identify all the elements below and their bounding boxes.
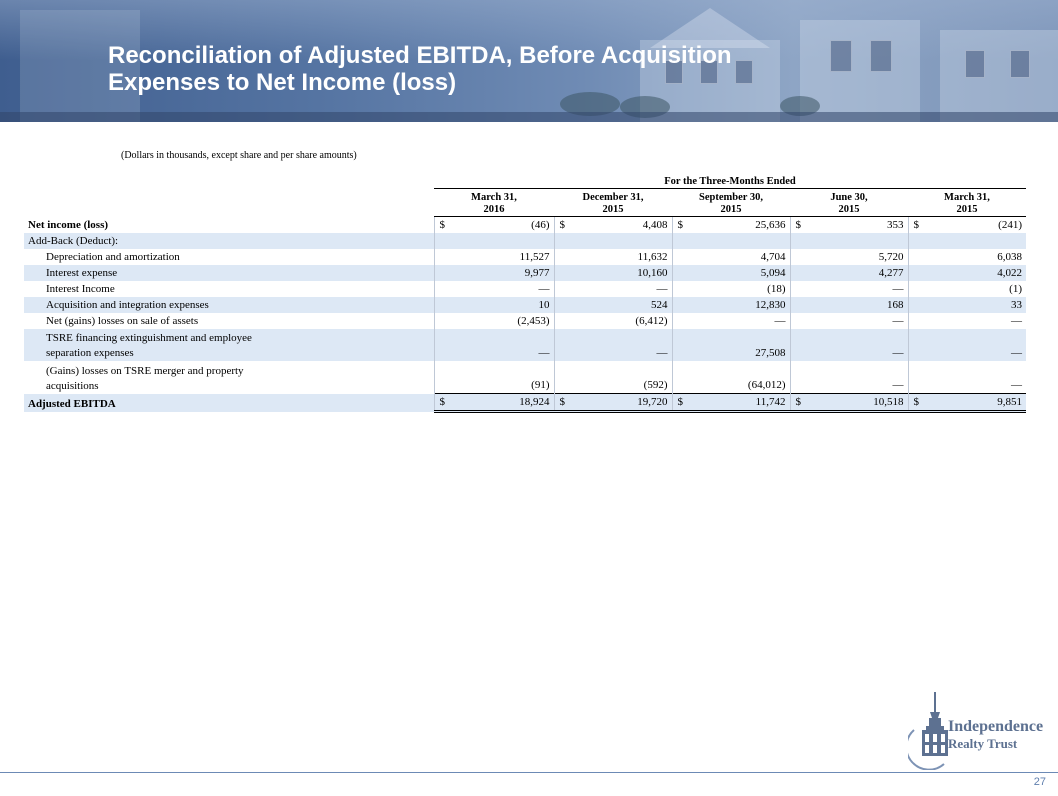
cell-value: 5,720	[878, 251, 904, 263]
cell-value: (91)	[531, 379, 550, 391]
cell-value: 27,508	[688, 329, 790, 361]
cell-value: 18,924	[450, 393, 554, 413]
page-number: 27	[1033, 776, 1046, 788]
cell-value: 4,408	[570, 216, 672, 233]
cell-value: 25,636	[688, 216, 790, 233]
cell-value: —	[570, 329, 672, 361]
row-label: Interest expense	[24, 265, 434, 281]
cell-value: —	[924, 329, 1026, 361]
cell-value: 12,830	[688, 297, 790, 313]
cell-value: 19,720	[570, 393, 672, 413]
cell-value: —	[806, 329, 908, 361]
cell-value: —	[892, 283, 904, 295]
footer-divider	[0, 772, 1058, 773]
cell-value: (241)	[924, 216, 1026, 233]
cell-value: (1)	[1009, 283, 1022, 295]
cell-value: 11,632	[637, 251, 668, 263]
table-row: (Gains) losses on TSRE merger and proper…	[24, 361, 1026, 394]
cell-value: (18)	[767, 283, 786, 295]
cell-value: 33	[924, 297, 1026, 313]
table-subtitle: (Dollars in thousands, except share and …	[121, 150, 357, 161]
column-header: June 30, 2015	[790, 188, 908, 217]
cell-value: (46)	[450, 216, 554, 233]
cell-value: 168	[806, 297, 908, 313]
header-banner: Reconciliation of Adjusted EBITDA, Befor…	[0, 0, 1058, 122]
company-logo: Independence Realty Trust	[908, 690, 1053, 770]
cell-value: 4,022	[924, 265, 1026, 281]
cell-value: —	[1011, 315, 1022, 327]
cell-value: 9,977	[450, 265, 554, 281]
row-label: Adjusted EBITDA	[24, 393, 434, 412]
cell-value: —	[538, 283, 550, 295]
table-row-total: Adjusted EBITDA $18,924 $19,720 $11,742 …	[24, 393, 1026, 413]
logo-text-line1: Independence	[948, 718, 1044, 735]
cell-value: 4,704	[760, 251, 786, 263]
page-title: Reconciliation of Adjusted EBITDA, Befor…	[108, 42, 732, 96]
column-header: March 31, 2016	[434, 188, 554, 217]
cell-value: 9,851	[924, 393, 1026, 413]
cell-value: —	[656, 283, 668, 295]
cell-value: —	[1011, 379, 1022, 391]
cell-value: (6,412)	[635, 315, 668, 327]
table-row: Net income (loss) $ (46) $4,408 $25,636 $…	[24, 216, 1026, 233]
row-label: Acquisition and integration expenses	[24, 297, 434, 313]
cell-value: (592)	[643, 379, 668, 391]
table-row: Interest expense 9,977 10,160 5,094 4,27…	[24, 265, 1026, 281]
table-row: Add-Back (Deduct):	[24, 233, 1026, 249]
cell-value: —	[774, 315, 786, 327]
row-label: Depreciation and amortization	[46, 251, 180, 263]
cell-value: 10,518	[806, 393, 908, 413]
table-row: Interest Income — — (18) — (1)	[24, 281, 1026, 297]
cell-value: 5,094	[688, 265, 790, 281]
cell-value: 524	[570, 297, 672, 313]
cell-value: —	[892, 379, 904, 391]
row-label: Interest Income	[46, 283, 115, 295]
cell-value: (2,453)	[517, 315, 550, 327]
row-label: Net income (loss)	[28, 219, 109, 231]
building-spire-icon	[908, 692, 948, 770]
cell-value: 353	[806, 216, 908, 233]
cell-value: —	[892, 315, 904, 327]
column-header: December 31, 2015	[554, 188, 672, 217]
column-header: March 31, 2015	[908, 188, 1026, 217]
cell-value: 10	[450, 297, 554, 313]
table-group-header: For the Three-Months Ended	[434, 172, 1026, 189]
cell-value: 11,742	[688, 393, 790, 413]
logo-text-line2: Realty Trust	[948, 736, 1018, 751]
cell-value: (64,012)	[747, 379, 786, 391]
row-label: Add-Back (Deduct):	[24, 233, 434, 249]
cell-value: 10,160	[570, 265, 672, 281]
table-row: TSRE financing extinguishment and employ…	[24, 329, 1026, 361]
column-header: September 30, 2015	[672, 188, 790, 217]
ebitda-reconciliation-table: For the Three-Months Ended March 31, 201…	[24, 172, 1026, 413]
table-row: Acquisition and integration expenses 10 …	[24, 297, 1026, 313]
table-row: Depreciation and amortization 11,527 11,…	[24, 249, 1026, 265]
row-label: (Gains) losses on TSRE merger and proper…	[46, 364, 244, 392]
cell-value: 6,038	[997, 251, 1022, 263]
row-label: TSRE financing extinguishment and employ…	[24, 329, 434, 361]
cell-value: 11,527	[519, 251, 550, 263]
cell-value: —	[450, 329, 554, 361]
row-label: Net (gains) losses on sale of assets	[46, 315, 199, 327]
cell-value: 4,277	[806, 265, 908, 281]
table-row: Net (gains) losses on sale of assets (2,…	[24, 313, 1026, 329]
